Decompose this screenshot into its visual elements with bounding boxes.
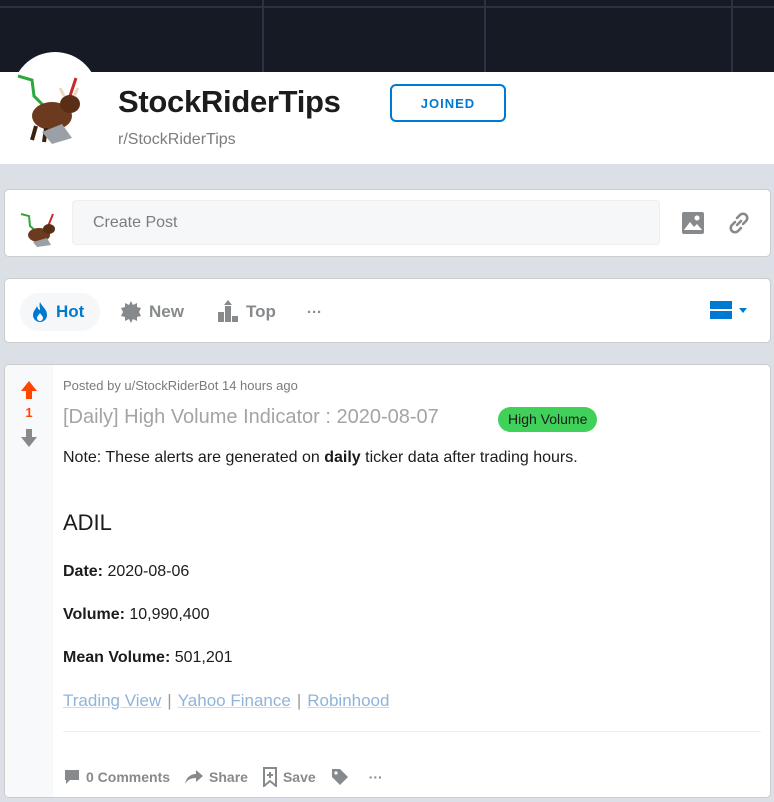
downvote-icon[interactable] [5,427,53,449]
note-suffix: ticker data after trading hours. [360,449,578,466]
post-card[interactable]: 1 Posted by u/StockRiderBot 14 hours ago… [4,364,771,798]
community-avatar[interactable] [12,52,98,152]
vote-count: 1 [25,405,33,420]
sort-hot-label: Hot [56,302,85,321]
joined-button[interactable]: JOINED [390,84,506,122]
save-label: Save [282,769,316,785]
share-label: Share [209,769,248,785]
image-upload-icon[interactable] [680,210,706,236]
starburst-icon [121,301,141,323]
volume-field: Volume: 10,990,400 [63,606,209,624]
save-button[interactable]: Save [262,767,316,787]
field-value: 10,990,400 [124,606,210,623]
community-title: StockRiderTips [118,84,341,119]
comment-icon [65,770,79,784]
field-value: 501,201 [170,649,233,666]
flame-icon [33,302,47,322]
share-button[interactable]: Share [184,768,248,786]
card-view-icon [710,301,732,319]
sort-bar: Hot New Top ··· [4,278,771,343]
bar-chart-icon [218,300,238,322]
link-separator: | [167,691,172,710]
community-handle: r/StockRiderTips [118,131,236,148]
share-icon [185,770,204,784]
post-meta[interactable]: Posted by u/StockRiderBot 14 hours ago [63,378,298,393]
comments-button[interactable]: 0 Comments [63,768,170,786]
external-links: Trading View | Yahoo Finance | Robinhood [63,691,389,711]
bookmark-plus-icon [262,767,277,787]
note-prefix: Note: These alerts are generated on [63,449,325,466]
post-title[interactable]: [Daily] High Volume Indicator : 2020-08-… [63,406,439,429]
post-flair[interactable]: High Volume [498,407,598,432]
user-avatar[interactable] [17,202,63,248]
upvote-icon[interactable] [5,379,53,401]
post-more-button[interactable]: ··· [369,769,383,785]
community-header [0,72,774,164]
date-field: Date: 2020-08-06 [63,563,189,581]
create-post-card: Create Post [4,189,771,257]
create-post-input[interactable]: Create Post [72,200,660,245]
link-separator: | [296,691,302,710]
sort-new-label: New [149,302,184,321]
post-divider [63,731,761,732]
field-label: Date: [63,563,104,580]
sort-more-button[interactable]: ··· [307,293,322,331]
mean-volume-field: Mean Volume: 501,201 [63,649,233,667]
field-value: 2020-08-06 [103,563,190,580]
link-icon[interactable] [726,210,752,236]
post-note: Note: These alerts are generated on dail… [63,449,578,467]
community-banner [0,0,774,72]
sort-new-button[interactable]: New [119,293,184,331]
field-label: Mean Volume: [63,649,171,666]
note-bold: daily [324,449,361,466]
post-actions: 0 Comments Share Save ··· [63,767,397,787]
caret-down-icon [739,308,747,313]
vote-column: 1 [5,365,53,797]
ticker-heading: ADIL [63,510,112,535]
robinhood-link[interactable]: Robinhood [307,691,389,710]
view-layout-button[interactable] [710,301,750,319]
sort-top-label: Top [246,302,276,321]
sort-top-button[interactable]: Top [216,293,276,331]
tag-button[interactable] [330,767,355,787]
yahoo-finance-link[interactable]: Yahoo Finance [178,691,291,710]
trading-view-link[interactable]: Trading View [63,691,161,710]
comments-label: 0 Comments [86,769,171,785]
sort-hot-button[interactable]: Hot [20,293,100,331]
field-label: Volume: [63,606,125,623]
tag-icon [331,769,348,785]
